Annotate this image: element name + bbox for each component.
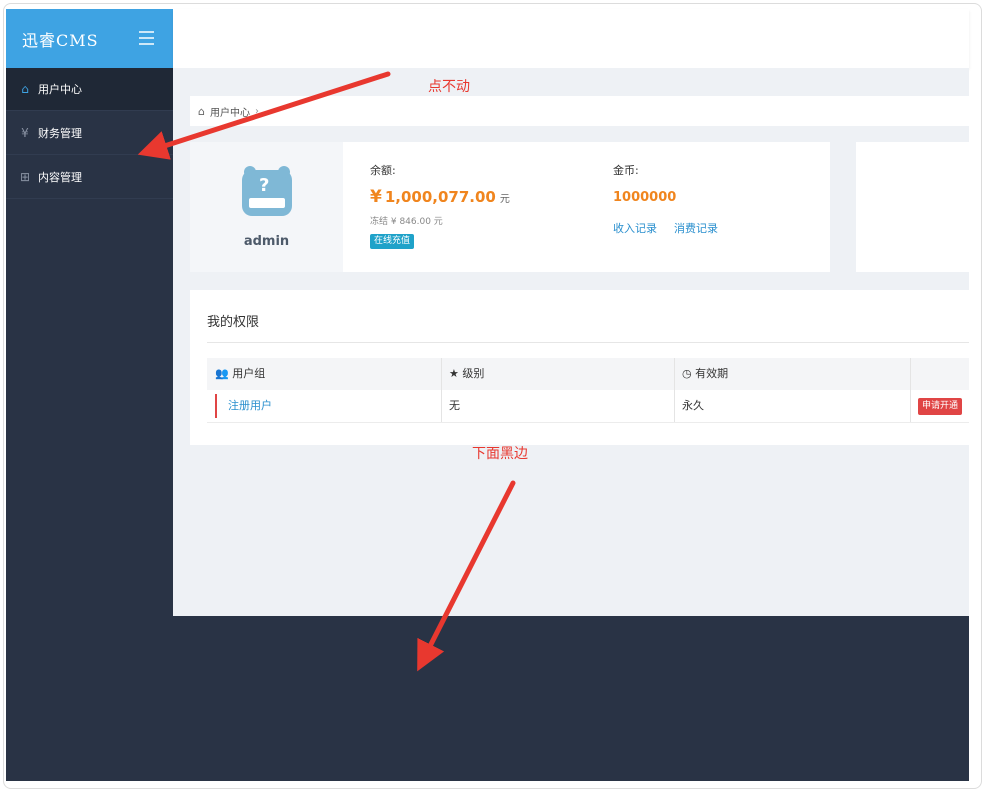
user-card: ? admin 余额: ¥1,000,077.00 元 冻结 ¥ 846.00 元… [190,142,830,272]
home-icon: ⌂ [21,82,29,96]
clock-icon: ◷ [682,367,692,380]
annotation-stuck: 点不动 [428,79,470,95]
table-row: 注册用户 无 永久 申请开通 [207,390,969,423]
level-cell: 无 [449,399,460,412]
header-cell-level: ★ 级别 [449,367,485,380]
sidebar-item-user-center[interactable]: ⌂ 用户中心 [6,68,173,111]
menu-toggle-icon[interactable] [139,31,154,49]
group-link[interactable]: 注册用户 [228,390,272,422]
income-record-link[interactable]: 收入记录 [613,220,657,236]
top-header [173,9,969,68]
balance-label: 余额: [370,164,396,177]
sidebar-item-label: 用户中心 [38,83,82,96]
sidebar-item-label: 财务管理 [38,127,82,140]
sidebar-item-content[interactable]: ⊞ 内容管理 [6,156,173,199]
username: admin [243,234,290,249]
balance-amount: 1,000,077.00 [384,188,496,206]
balance-unit: 元 [499,194,510,205]
grid-icon: ⊞ [19,170,31,184]
currency-symbol: ¥ [370,187,382,207]
row-marker [215,394,217,418]
expense-record-link[interactable]: 消费记录 [674,220,718,236]
header-cell-validity: ◷ 有效期 [682,367,729,380]
home-icon: ⌂ [198,104,205,118]
annotation-black-edge: 下面黑边 [472,446,528,462]
balance-value: ¥1,000,077.00 元 [370,187,510,207]
permissions-card: 我的权限 👥 用户组 ★ 级别 ◷ 有效期 注册用户 无 永久 申请开通 [190,290,969,445]
yen-icon: ¥ [21,126,29,140]
validity-cell: 永久 [682,399,704,412]
divider [207,342,969,343]
users-icon: 👥 [215,367,229,380]
breadcrumb: ⌂ 用户中心 › [190,96,969,126]
coin-label: 金币: [613,164,639,177]
sidebar-item-label: 内容管理 [38,171,82,184]
frozen-amount: 冻结 ¥ 846.00 元 [370,217,443,227]
coin-value: 1000000 [613,190,677,205]
sidebar: ⌂ 用户中心 ¥ 财务管理 ⊞ 内容管理 [6,68,173,781]
header-cell-group: 👥 用户组 [215,367,266,380]
logo-bar: 迅睿CMS [6,9,173,68]
side-card [856,142,969,272]
apply-button[interactable]: 申请开通 [918,398,963,415]
breadcrumb-link[interactable]: 用户中心 [210,104,250,119]
app-logo: 迅睿CMS [22,31,99,50]
avatar: ? [242,166,292,216]
sidebar-item-finance[interactable]: ¥ 财务管理 [6,112,173,155]
main-content: ⌂ 用户中心 › ? admin 余额: ¥1,000,077.00 元 冻结 ¥… [173,68,969,616]
bottom-dark-area [173,616,969,781]
recharge-button[interactable]: 在线充值 [370,234,415,249]
star-icon: ★ [449,367,459,380]
avatar-box: ? admin [190,142,343,272]
table-header: 👥 用户组 ★ 级别 ◷ 有效期 [207,358,969,390]
permissions-title: 我的权限 [207,315,260,330]
breadcrumb-separator: › [254,105,259,117]
